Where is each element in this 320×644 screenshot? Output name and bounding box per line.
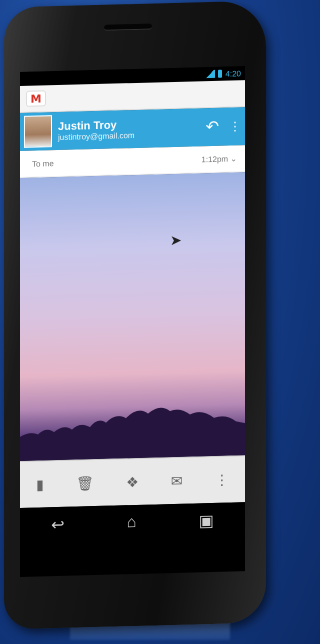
- recent-apps-icon[interactable]: ▣: [199, 511, 214, 531]
- overflow-menu-icon[interactable]: ⋮: [229, 119, 241, 133]
- phone-device: 4:20 M Justin Troy justintroy@gmail.com …: [4, 0, 266, 630]
- home-icon[interactable]: ⌂: [127, 514, 137, 532]
- archive-icon[interactable]: ▮: [36, 476, 44, 493]
- avatar[interactable]: [24, 115, 52, 148]
- to-label: To me: [32, 158, 54, 169]
- system-nav-bar: ↩ ⌂ ▣: [20, 502, 245, 545]
- trash-icon[interactable]: 🗑: [76, 475, 94, 492]
- treeline-silhouette: [20, 407, 245, 462]
- message-time-dropdown[interactable]: 1:12pm ⌄: [201, 154, 237, 164]
- gmail-logo[interactable]: M: [26, 90, 46, 107]
- reply-icon[interactable]: ↶: [206, 117, 219, 137]
- bird-silhouette: ➤: [170, 231, 182, 249]
- message-time: 1:12pm: [201, 154, 229, 164]
- sender-info: Justin Troy justintroy@gmail.com: [58, 117, 206, 142]
- message-header: Justin Troy justintroy@gmail.com ↶ ⋮: [20, 107, 245, 152]
- status-time: 4:20: [225, 68, 241, 79]
- phone-screen: 4:20 M Justin Troy justintroy@gmail.com …: [20, 66, 245, 578]
- sunset-photo: ➤: [20, 172, 245, 462]
- more-options-icon[interactable]: ⋮: [215, 471, 229, 488]
- mark-unread-icon[interactable]: ✉: [171, 472, 183, 489]
- chevron-down-icon: ⌄: [230, 153, 237, 164]
- earpiece-speaker: [104, 23, 152, 31]
- bottom-action-bar: ▮ 🗑 ❖ ✉ ⋮: [20, 455, 245, 509]
- gmail-logo-letter: M: [30, 91, 42, 106]
- battery-icon: [218, 69, 223, 78]
- back-icon[interactable]: ↩: [51, 515, 64, 535]
- label-icon[interactable]: ❖: [126, 473, 139, 490]
- signal-icon: [205, 69, 216, 79]
